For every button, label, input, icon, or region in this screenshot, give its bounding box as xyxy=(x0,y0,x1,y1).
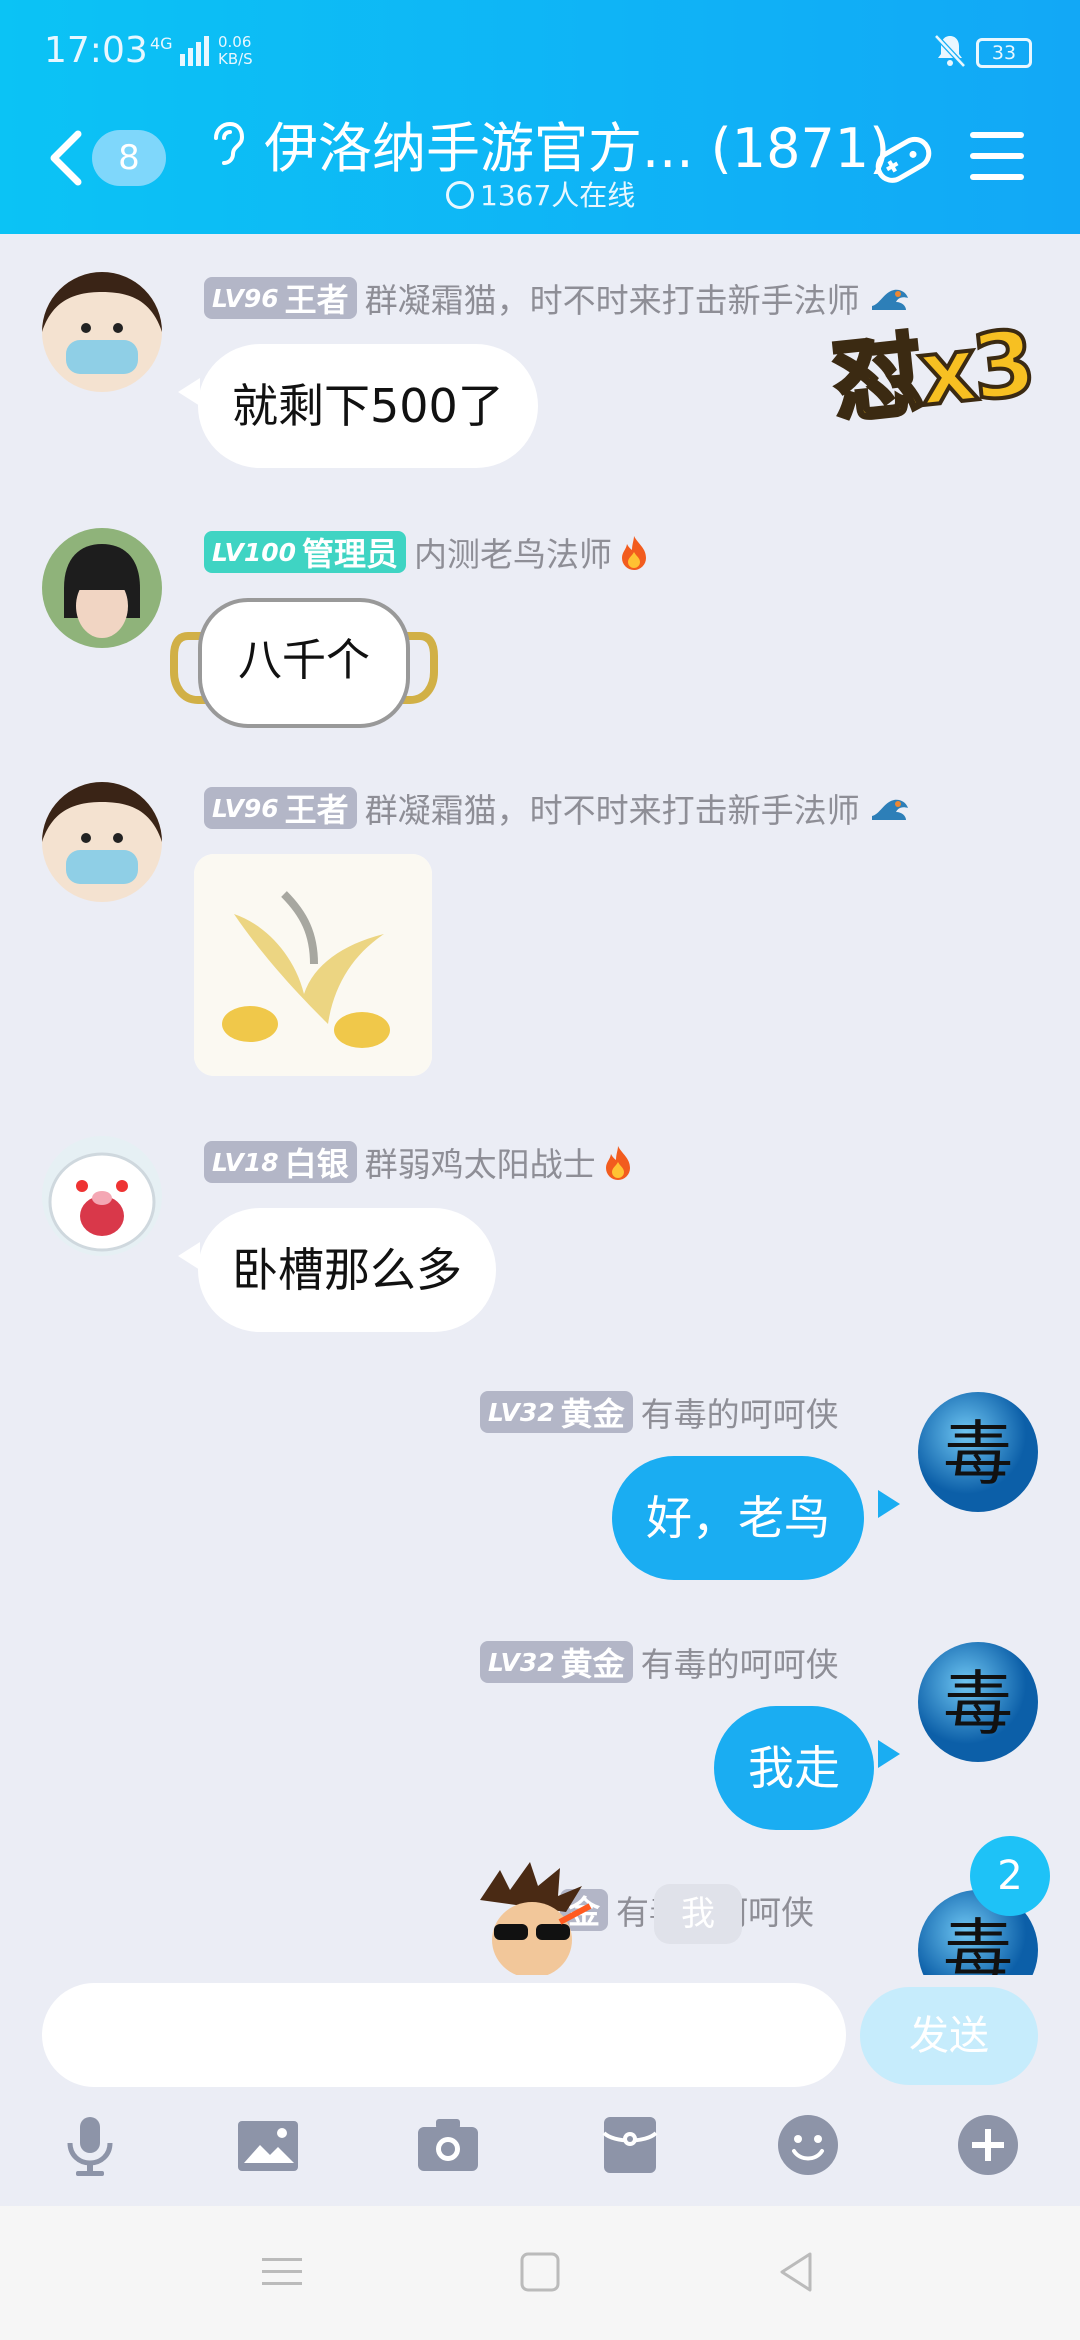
message-bubble[interactable]: 就剩下500了 xyxy=(198,344,538,468)
dragon-icon xyxy=(871,799,908,820)
chat-header: 17:03 4G 0.06 KB/S 33 8 伊洛纳手游官方... (1871)… xyxy=(0,0,1080,234)
plus-icon[interactable] xyxy=(956,2113,1020,2177)
sender-name[interactable]: 群弱鸡太阳战士 xyxy=(365,1138,596,1186)
level-badge: LV96 王者 xyxy=(204,277,357,319)
fire-icon xyxy=(605,1146,630,1180)
status-bar: 17:03 4G 0.06 KB/S 33 xyxy=(0,0,1080,100)
image-icon[interactable] xyxy=(236,2113,300,2177)
level-badge: LV100 管理员 xyxy=(204,531,407,573)
avatar[interactable]: 毒 xyxy=(918,1642,1038,1762)
sender-info: LV96 王者 群凝霜猫，时不时来打击新手法师 xyxy=(204,274,912,322)
partial-message: 毒 金 有毒的呵呵侠 我 xyxy=(0,1830,1080,1975)
message-bubble[interactable]: 好，老鸟 xyxy=(612,1456,864,1580)
avatar[interactable]: 毒 xyxy=(918,1392,1038,1512)
level-badge: LV32 黄金 xyxy=(480,1391,633,1433)
svg-text:毒: 毒 xyxy=(943,1911,1013,1975)
message-bubble[interactable]: 我走 xyxy=(714,1706,874,1830)
composer: 发送 xyxy=(0,1975,1080,2205)
message-bubble[interactable]: 我 xyxy=(654,1884,742,1944)
online-icon xyxy=(446,181,474,209)
sender-name[interactable]: 有毒的呵呵侠 xyxy=(641,1388,839,1436)
battery-indicator: 33 xyxy=(976,38,1032,68)
status-time: 17:03 xyxy=(44,30,148,71)
image-message[interactable] xyxy=(194,854,432,1076)
sender-info: LV96 王者 群凝霜猫，时不时来打击新手法师 xyxy=(204,784,912,832)
send-button[interactable]: 发送 xyxy=(860,1987,1038,2085)
microphone-icon[interactable] xyxy=(58,2113,122,2177)
avatar[interactable] xyxy=(42,528,162,648)
system-nav-bar xyxy=(0,2206,1080,2340)
online-count[interactable]: 1367人在线 xyxy=(446,174,635,214)
sender-name[interactable]: 群凝霜猫，时不时来打击新手法师 xyxy=(365,274,860,322)
sticker-text: 八千个 xyxy=(238,635,370,686)
sender-info: LV32 黄金 有毒的呵呵侠 xyxy=(480,1638,839,1686)
sticker-overlay: 怼x3 xyxy=(826,309,1039,438)
network-type: 4G xyxy=(150,34,173,53)
mute-icon xyxy=(934,34,966,68)
back-nav-icon[interactable] xyxy=(774,2250,822,2294)
character-sticker xyxy=(480,1862,592,1975)
network-speed: 0.06 KB/S xyxy=(218,33,253,68)
sender-info: LV100 管理员 内测老鸟法师 xyxy=(204,528,648,576)
svg-text:毒: 毒 xyxy=(943,1413,1013,1495)
level-badge: LV32 黄金 xyxy=(480,1641,633,1683)
emoji-icon[interactable] xyxy=(776,2113,840,2177)
ear-icon[interactable] xyxy=(206,120,246,166)
unread-badge[interactable]: 8 xyxy=(92,130,166,186)
sender-name[interactable]: 内测老鸟法师 xyxy=(414,528,612,576)
red-packet-icon[interactable] xyxy=(598,2113,662,2177)
new-messages-badge[interactable]: 2 xyxy=(970,1836,1050,1916)
fire-icon xyxy=(622,536,647,570)
group-title[interactable]: 伊洛纳手游官方... (1871) xyxy=(264,104,890,183)
menu-icon[interactable] xyxy=(970,132,1024,180)
sticker-message[interactable]: 八千个 xyxy=(166,596,442,732)
sender-info: LV32 黄金 有毒的呵呵侠 xyxy=(480,1388,839,1436)
level-badge: LV18 白银 xyxy=(204,1141,357,1183)
message-input[interactable] xyxy=(42,1983,846,2087)
back-icon[interactable] xyxy=(46,128,86,188)
sender-info: LV18 白银 群弱鸡太阳战士 xyxy=(204,1138,632,1186)
svg-text:毒: 毒 xyxy=(943,1663,1013,1745)
sender-name[interactable]: 有毒的呵呵侠 xyxy=(641,1638,839,1686)
game-controller-icon[interactable] xyxy=(868,124,938,194)
signal-icon xyxy=(180,36,209,66)
camera-icon[interactable] xyxy=(416,2113,480,2177)
avatar[interactable] xyxy=(42,782,162,902)
message-bubble[interactable]: 卧槽那么多 xyxy=(198,1208,496,1332)
avatar[interactable] xyxy=(42,272,162,392)
menu-nav-icon[interactable] xyxy=(258,2250,306,2294)
avatar[interactable] xyxy=(42,1136,162,1256)
level-badge: LV96 王者 xyxy=(204,787,357,829)
sender-name[interactable]: 群凝霜猫，时不时来打击新手法师 xyxy=(365,784,860,832)
home-nav-icon[interactable] xyxy=(516,2250,564,2294)
message-text: 我 xyxy=(681,1894,715,1934)
